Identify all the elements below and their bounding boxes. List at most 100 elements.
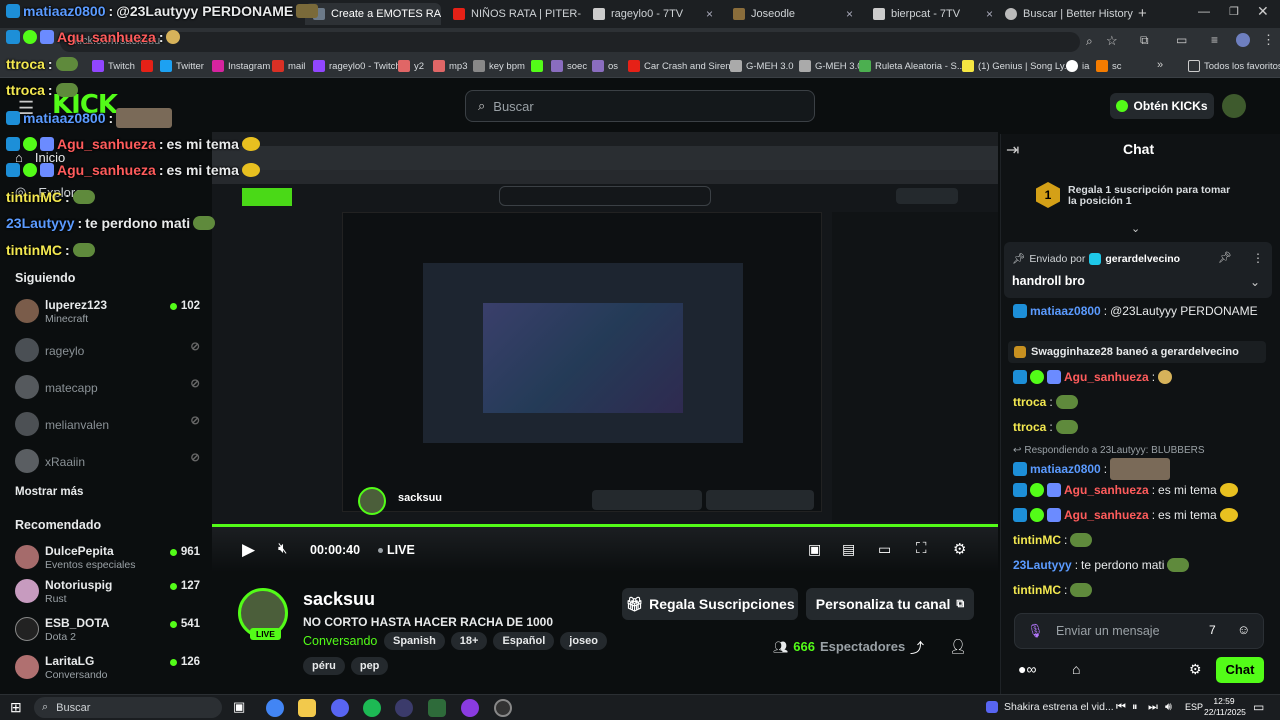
media-player-icon[interactable]	[395, 699, 413, 717]
bookmark-item[interactable]: y2	[398, 60, 424, 72]
chat-settings-icon[interactable]: ⚙	[1189, 661, 1202, 678]
taskbar-search[interactable]: ⌕ Buscar	[34, 697, 222, 718]
file-explorer-icon[interactable]	[298, 699, 316, 717]
app-c-icon[interactable]	[461, 699, 479, 717]
chevron-down-icon[interactable]: ⌄	[1250, 275, 1260, 289]
mini-player-icon[interactable]: ▭	[878, 541, 891, 558]
minimize-button[interactable]: —	[1198, 4, 1210, 18]
close-window-button[interactable]: ✕	[1257, 3, 1269, 20]
tab-better-history[interactable]: Buscar | Better History×	[997, 3, 1133, 25]
tab-rageylo-7tv[interactable]: rageylo0 - 7TV ×	[585, 3, 721, 25]
emoji-icon[interactable]: ☺	[1237, 622, 1250, 637]
chat-message[interactable]: tintinMC:	[1013, 583, 1093, 597]
microphone-icon[interactable]: 🎙︎	[1027, 623, 1044, 639]
chevron-right-icon[interactable]: »	[1157, 59, 1163, 71]
theater-mode-icon[interactable]: ▤	[842, 541, 855, 558]
chat-message[interactable]: 23Lautyyy: te perdono mati	[1013, 558, 1190, 572]
chat-message[interactable]: matiaaz0800: @23Lautyyy PERDONAME	[1013, 304, 1258, 318]
video-progress-bar[interactable]	[212, 524, 998, 527]
bookmark-item[interactable]: Ruleta Aleatoria - S...	[859, 60, 965, 72]
tag-chip[interactable]: 18+	[450, 632, 488, 650]
bookmark-item[interactable]: rageylo0 - Twitch	[313, 60, 401, 72]
spotify-icon[interactable]	[363, 699, 381, 717]
7tv-emote-picker-icon[interactable]: 7	[1209, 623, 1216, 637]
sidebar-item-laritalg[interactable]: LaritaLG Conversando 126	[15, 652, 200, 686]
bookmark-item[interactable]: sc	[1096, 60, 1122, 72]
windows-start-icon[interactable]: ⊞	[10, 699, 22, 716]
zoom-icon[interactable]: ⌕	[1086, 34, 1093, 49]
obs-icon[interactable]	[494, 699, 512, 717]
video-player[interactable]: sacksuu	[212, 132, 998, 572]
settings-gear-icon[interactable]: ⚙	[953, 540, 966, 558]
notification-icon[interactable]: ▭	[1253, 700, 1264, 714]
bookmark-item[interactable]: Twitch	[92, 60, 135, 72]
new-tab-button[interactable]: +	[1138, 5, 1147, 22]
clip-icon[interactable]: ▣	[808, 541, 821, 558]
bookmark-item[interactable]: G-MEH 3.0	[730, 60, 794, 72]
tag-chip[interactable]: joseo	[560, 632, 607, 650]
chat-message[interactable]: Agu_sanhueza: es mi tema	[1013, 508, 1238, 522]
close-icon[interactable]: ×	[706, 7, 713, 21]
close-icon[interactable]: ×	[986, 7, 993, 21]
queue-icon[interactable]: ≡	[1211, 33, 1218, 47]
task-view-icon[interactable]: ▣	[233, 699, 245, 715]
chat-input[interactable]: 🎙︎ Enviar un mensaje 7 ☺	[1014, 613, 1264, 649]
chat-message[interactable]: Agu_sanhueza: es mi tema	[1013, 483, 1238, 497]
sidebar-item-rageylo[interactable]: rageylo ⊘	[15, 335, 200, 369]
chat-message[interactable]: Agu_sanhueza:	[1013, 370, 1173, 384]
chat-message[interactable]: ttroca:	[1013, 395, 1078, 409]
send-chat-button[interactable]: Chat	[1216, 657, 1264, 683]
bookmark-item[interactable]: (1) Genius | Song Ly...	[962, 60, 1072, 72]
bookmark-star-icon[interactable]: ☆	[1106, 33, 1118, 49]
profile-avatar[interactable]	[1236, 33, 1250, 47]
cast-icon[interactable]: ▭	[1176, 33, 1187, 47]
streamer-name[interactable]: sacksuu	[303, 589, 375, 610]
bookmark-item[interactable]: soec	[551, 60, 587, 72]
address-bar[interactable]: kick.com/sacksuu	[60, 32, 1080, 52]
bookmark-item[interactable]: Car Crash and Siren...	[628, 60, 739, 72]
media-prev-icon[interactable]: ⏮	[1116, 701, 1126, 714]
maximize-button[interactable]: ❐	[1229, 5, 1239, 18]
volume-icon[interactable]: 🔊︎	[1165, 701, 1172, 714]
bookmark-item[interactable]: ia	[1066, 60, 1089, 72]
unpin-icon[interactable]: 📌︎	[1218, 251, 1232, 264]
tab-ninos-rata[interactable]: NIÑOS RATA | PITER-G×	[445, 3, 581, 25]
tag-chip[interactable]: Spanish	[384, 632, 445, 650]
system-clock[interactable]: 12:59 22/11/2025	[1204, 696, 1246, 718]
bookmark-item[interactable]	[141, 60, 153, 72]
pinned-menu-icon[interactable]: ⋮	[1252, 251, 1264, 265]
bookmark-item[interactable]: Instagram	[212, 60, 270, 72]
media-pause-icon[interactable]: ⏸	[1132, 701, 1138, 714]
tag-chip[interactable]: péru	[303, 657, 345, 675]
chevron-down-icon[interactable]: ⌄	[1131, 222, 1140, 235]
fullscreen-icon[interactable]: ⛶	[916, 540, 927, 557]
tag-chip[interactable]: Español	[493, 632, 555, 650]
bookmark-item[interactable]: Twitter	[160, 60, 204, 72]
play-icon[interactable]: ▶	[242, 540, 255, 560]
tab-joseodle[interactable]: Joseodle ×	[725, 3, 861, 25]
sidebar-item-luperez123[interactable]: luperez123 Minecraft 102	[15, 296, 200, 330]
mute-icon[interactable]: 🔇︎	[278, 540, 287, 557]
bookmark-item[interactable]: G-MEH 3.0	[799, 60, 863, 72]
category-link[interactable]: Conversando	[303, 634, 377, 648]
bookmark-item[interactable]: mp3	[433, 60, 467, 72]
sidebar-item-dulcepepita[interactable]: DulcePepita Eventos especiales 961	[15, 542, 200, 576]
channel-points-icon[interactable]: ●∞	[1018, 661, 1036, 677]
chat-message[interactable]: matiaaz0800:	[1013, 458, 1171, 480]
pinned-message[interactable]: 📌︎ Enviado por gerardelvecino 📌︎ ⋮ handr…	[1004, 242, 1272, 298]
show-more-link[interactable]: Mostrar más	[15, 486, 83, 498]
media-next-icon[interactable]: ⏭	[1148, 701, 1158, 714]
sidebar-item-xraaiin[interactable]: xRaaiin ⊘	[15, 446, 200, 480]
share-icon[interactable]: ⤴	[910, 638, 924, 658]
gift-subs-button[interactable]: 🎁︎ Regala Suscripciones	[622, 588, 798, 620]
close-icon[interactable]: ×	[846, 7, 853, 21]
terminal-icon[interactable]	[428, 699, 446, 717]
sidebar-item-esb-dota[interactable]: ESB_DOTA Dota 2 541	[15, 614, 200, 648]
sidebar-item-notoriuspig[interactable]: Notoriuspig Rust 127	[15, 576, 200, 610]
sidebar-item-matecapp[interactable]: matecapp ⊘	[15, 372, 200, 406]
bookmark-item[interactable]	[531, 60, 543, 72]
obten-kicks-button[interactable]: Obtén KICKs	[1110, 93, 1214, 119]
tab-bierpcat-7tv[interactable]: bierpcat - 7TV ×	[865, 3, 1001, 25]
input-language[interactable]: ESP	[1185, 702, 1203, 712]
customize-channel-button[interactable]: Personaliza tu canal ⧉	[806, 588, 974, 620]
